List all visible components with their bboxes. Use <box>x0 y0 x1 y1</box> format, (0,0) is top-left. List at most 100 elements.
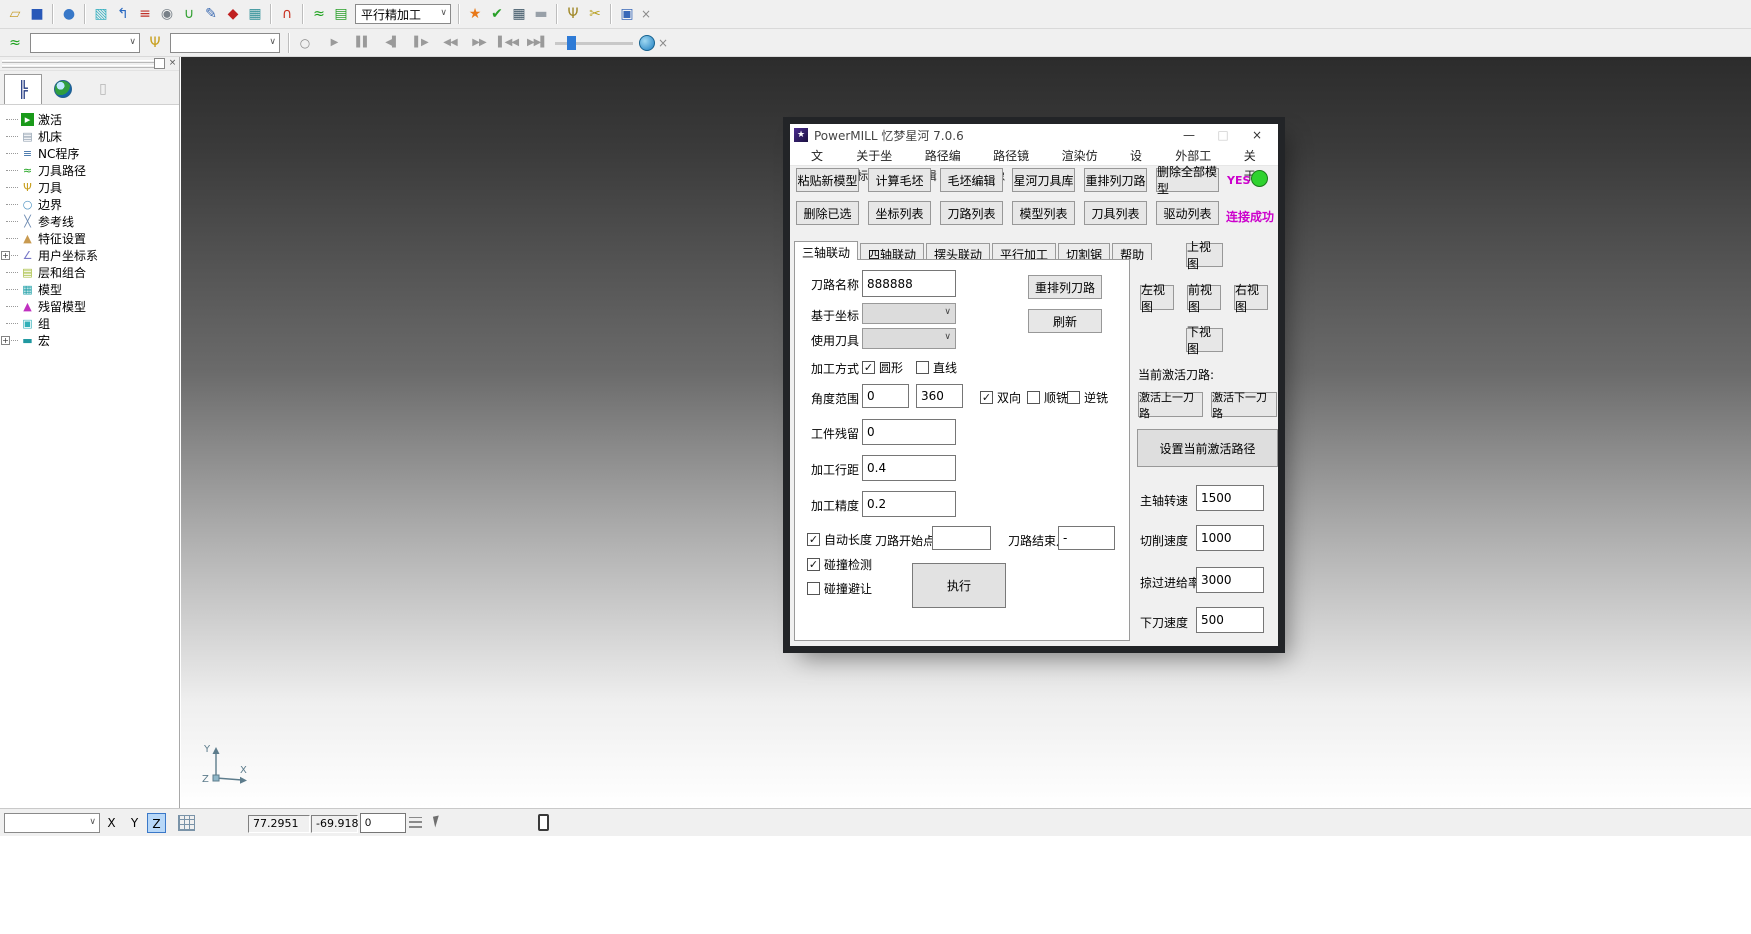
tree-item-tool[interactable]: Ψ刀具 <box>0 179 179 196</box>
action-button[interactable]: 刀具列表 <box>1084 201 1147 225</box>
scissors-icon[interactable]: ✂ <box>584 3 606 25</box>
dialog-menu-item[interactable]: 关于 <box>1233 146 1278 166</box>
pause-button[interactable]: ▌▌ <box>351 37 375 48</box>
auto-length-checkbox[interactable]: 自动长度 <box>807 531 872 548</box>
climb-checkbox[interactable]: 顺铣 <box>1027 389 1068 406</box>
circle-checkbox[interactable]: 圆形 <box>862 359 903 376</box>
top-view-button[interactable]: 上视图 <box>1186 243 1223 267</box>
toolpath-spring-icon[interactable]: ≈ <box>4 32 26 54</box>
sim-tool-dropdown[interactable]: ∨ <box>170 33 280 53</box>
strategy-dropdown[interactable]: 平行精加工 ∨ <box>355 4 451 24</box>
toolpath-end-input[interactable] <box>1058 526 1115 550</box>
action-button[interactable]: 计算毛坯 <box>868 168 931 192</box>
tree-item-group[interactable]: ▣组 <box>0 315 179 332</box>
tree-item-model[interactable]: ▦模型 <box>0 281 179 298</box>
fast-forward-button[interactable]: ▶▶ <box>467 37 491 48</box>
tab-5[interactable]: 切割锯 <box>1058 243 1110 260</box>
expand-icon[interactable]: + <box>1 251 10 260</box>
tool-ball-icon[interactable]: ◉ <box>156 3 178 25</box>
speed-input[interactable] <box>1196 525 1264 551</box>
action-button[interactable]: 删除已选 <box>796 201 859 225</box>
action-button[interactable]: 模型列表 <box>1012 201 1075 225</box>
step-forward-button[interactable]: ▌▶ <box>409 37 433 48</box>
cursor-z-input[interactable] <box>360 813 406 833</box>
rewind-button[interactable]: ◀◀ <box>438 37 462 48</box>
toolpath-spring-icon[interactable]: ≈ <box>308 3 330 25</box>
close-button[interactable]: × <box>1240 125 1274 145</box>
sim-toolbar-close-icon[interactable]: × <box>655 36 671 50</box>
tree-item-workplane[interactable]: +∠用户坐标系 <box>0 247 179 264</box>
lightbulb-icon[interactable]: ○ <box>294 32 316 54</box>
tab-4[interactable]: 平行加工 <box>992 243 1056 260</box>
tab-trash[interactable]: ▯ <box>84 74 122 104</box>
collision-avoid-checkbox[interactable]: 碰撞避让 <box>807 580 872 597</box>
z-axis-button[interactable]: Z <box>147 813 166 833</box>
tool-block-icon[interactable]: ▦ <box>244 3 266 25</box>
edit-toolpath-icon[interactable]: ✎ <box>200 3 222 25</box>
statusbar-dropdown[interactable]: ∨ <box>4 813 100 833</box>
dialog-menu-item[interactable]: 关于坐标 <box>845 146 913 166</box>
verify-icon[interactable]: ✔ <box>486 3 508 25</box>
sim-toolpath-dropdown[interactable]: ∨ <box>30 33 140 53</box>
shaded-view-icon[interactable]: ● <box>58 3 80 25</box>
create-block-icon[interactable]: ▧ <box>90 3 112 25</box>
action-button[interactable]: 驱动列表 <box>1156 201 1219 225</box>
use-tool-dropdown[interactable]: ∨ <box>862 328 956 349</box>
bidirectional-checkbox[interactable]: 双向 <box>980 389 1021 406</box>
save-file-icon[interactable]: ■ <box>26 3 48 25</box>
dialog-menu-item[interactable]: 路径镜像 <box>982 146 1050 166</box>
grid-snap-icon[interactable] <box>178 815 195 831</box>
list-menu-icon[interactable] <box>409 817 422 828</box>
speed-input[interactable] <box>1196 607 1264 633</box>
tree-item-machine[interactable]: ▤机床 <box>0 128 179 145</box>
stepover-input[interactable] <box>862 455 956 481</box>
tree-item-nc-program[interactable]: ≡NC程序 <box>0 145 179 162</box>
dialog-menu-item[interactable]: 渲染仿真 <box>1051 146 1119 166</box>
tree-item-levels[interactable]: ▤层和组合 <box>0 264 179 281</box>
dialog-menu-item[interactable]: 文件 <box>800 146 845 166</box>
tab-globe[interactable] <box>44 74 82 104</box>
y-axis-button[interactable]: Y <box>125 813 144 833</box>
drag-grip[interactable] <box>2 65 157 68</box>
x-axis-button[interactable]: X <box>102 813 121 833</box>
refresh-button[interactable]: 刷新 <box>1028 309 1102 333</box>
tab-hierarchy[interactable]: ╠ <box>4 74 42 104</box>
create-points-icon[interactable]: ◆ <box>222 3 244 25</box>
slider-handle[interactable] <box>567 36 576 50</box>
activate-next-button[interactable]: 激活下一刀路 <box>1211 392 1277 417</box>
activate-prev-button[interactable]: 激活上一刀路 <box>1138 392 1203 417</box>
tool-holder-icon[interactable]: ∩ <box>276 3 298 25</box>
stock-remain-input[interactable] <box>862 419 956 445</box>
right-view-button[interactable]: 右视图 <box>1234 285 1268 310</box>
go-start-button[interactable]: ▌◀◀ <box>496 37 520 48</box>
collision-check-icon[interactable]: ∪ <box>178 3 200 25</box>
collision-detect-checkbox[interactable]: 碰撞检测 <box>807 556 872 573</box>
action-button[interactable]: 坐标列表 <box>868 201 931 225</box>
burst-icon[interactable]: ★ <box>464 3 486 25</box>
dialog-titlebar[interactable]: ★ PowerMILL 忆梦星河 7.0.6 — □ × <box>790 124 1278 146</box>
tool-pair-icon[interactable]: Ψ <box>562 3 584 25</box>
action-button[interactable]: 重排列刀路 <box>1084 168 1147 192</box>
action-button[interactable]: 粘贴新模型 <box>796 168 859 192</box>
execute-button[interactable]: 执行 <box>912 563 1006 608</box>
float-panel-icon[interactable] <box>154 58 165 69</box>
rearrange-toolpath-button[interactable]: 重排列刀路 <box>1028 275 1102 299</box>
tree-item-boundary[interactable]: ○边界 <box>0 196 179 213</box>
front-view-button[interactable]: 前视图 <box>1187 285 1221 310</box>
angle-to-input[interactable] <box>916 384 963 408</box>
drag-grip[interactable] <box>2 60 157 63</box>
action-button[interactable]: 毛坯编辑 <box>940 168 1003 192</box>
play-button[interactable]: ▶ <box>322 37 346 48</box>
go-end-button[interactable]: ▶▶▌ <box>525 37 549 48</box>
tool-icon[interactable]: Ψ <box>144 32 166 54</box>
device-icon[interactable] <box>538 814 549 831</box>
action-button[interactable]: 星河刀具库 <box>1012 168 1075 192</box>
line-checkbox[interactable]: 直线 <box>916 359 957 376</box>
toolpath-strategy-icon[interactable]: ↰ <box>112 3 134 25</box>
speed-input[interactable] <box>1196 485 1264 511</box>
step-back-button[interactable]: ◀▌ <box>380 37 404 48</box>
angle-from-input[interactable] <box>862 384 909 408</box>
speed-input[interactable] <box>1196 567 1264 593</box>
cylinder-pair-icon[interactable]: ▣ <box>616 3 638 25</box>
tab-3[interactable]: 摆头联动 <box>926 243 990 260</box>
